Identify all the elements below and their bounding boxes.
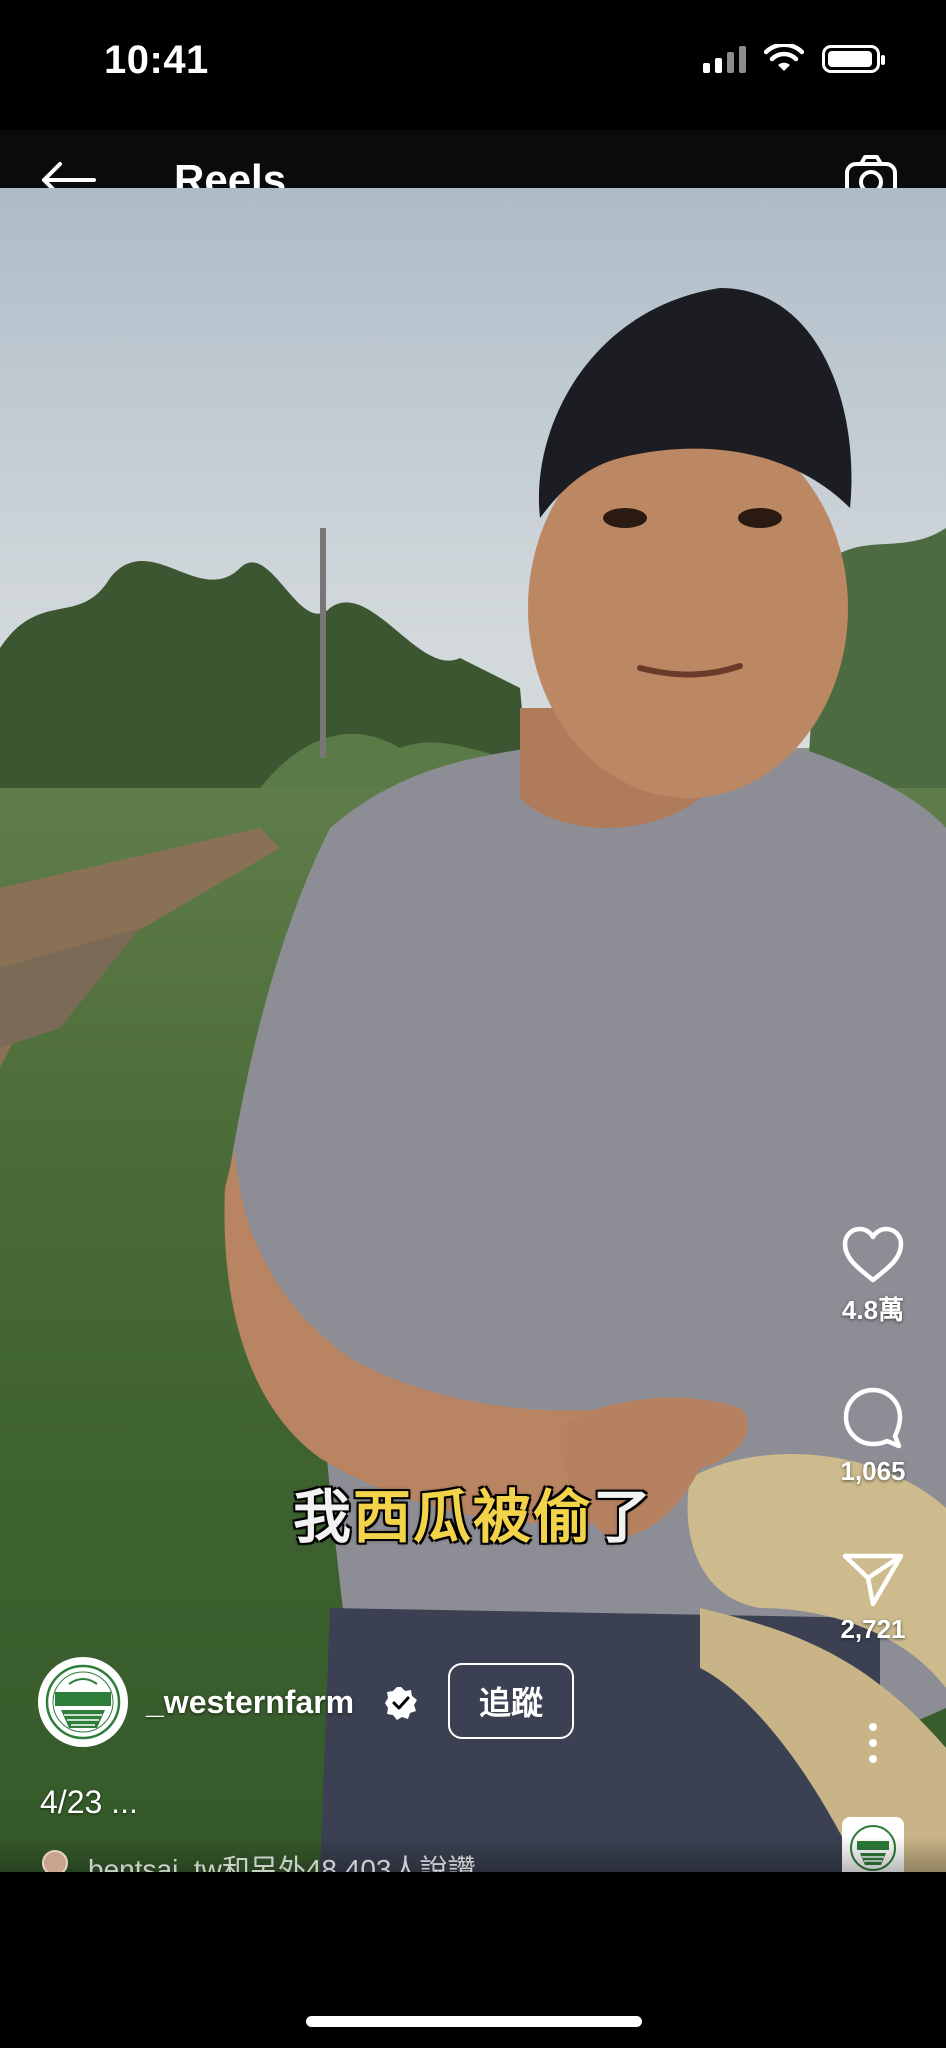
more-options-icon[interactable] xyxy=(860,1720,886,1766)
heart-icon[interactable] xyxy=(841,1226,905,1284)
shares-count: 2,721 xyxy=(840,1614,906,1644)
reel-caption[interactable]: 4/23 ... xyxy=(40,1784,138,1821)
farm-logo-icon xyxy=(45,1664,121,1740)
subtitle-text-1: 我 xyxy=(292,1485,353,1550)
status-time: 10:41 xyxy=(104,38,209,82)
verified-badge-icon xyxy=(385,1687,417,1720)
battery-icon xyxy=(822,45,885,73)
comments-count: 1,065 xyxy=(840,1456,906,1486)
video-subtitle: 我西瓜被偷了 xyxy=(0,1470,946,1554)
send-icon[interactable] xyxy=(841,1550,905,1608)
like-action[interactable]: 4.8萬 xyxy=(830,1226,916,1327)
home-indicator[interactable] xyxy=(306,2016,642,2027)
status-bar: 10:41 xyxy=(0,0,946,130)
follow-button[interactable]: 追蹤 xyxy=(448,1663,574,1739)
comment-icon[interactable] xyxy=(841,1386,905,1450)
reels-header: Reels xyxy=(0,130,946,203)
likes-count: 4.8萬 xyxy=(841,1295,905,1325)
comment-action[interactable]: 1,065 xyxy=(830,1386,916,1487)
author-avatar[interactable] xyxy=(38,1657,128,1747)
reel-video[interactable]: 我西瓜被偷了 xyxy=(0,188,946,1872)
video-person xyxy=(224,288,946,1872)
status-icons xyxy=(703,44,885,74)
share-action[interactable]: 2,721 xyxy=(830,1550,916,1645)
author-username[interactable]: _westernfarm xyxy=(146,1684,354,1721)
subtitle-text-3: 了 xyxy=(593,1485,654,1550)
wifi-icon xyxy=(764,44,804,71)
cellular-signal-icon xyxy=(703,45,746,73)
subtitle-text-2: 西瓜被偷 xyxy=(352,1485,593,1550)
